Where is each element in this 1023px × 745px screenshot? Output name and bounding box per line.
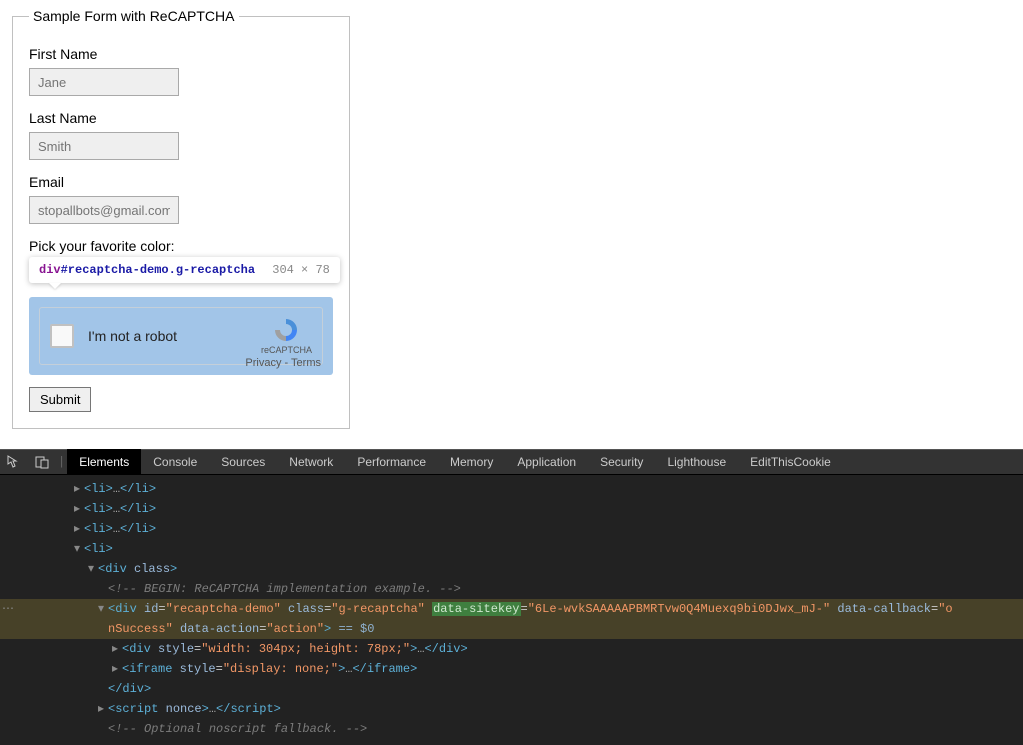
email-label: Email <box>29 174 333 190</box>
tab-memory[interactable]: Memory <box>438 449 505 475</box>
device-icon[interactable] <box>28 455 56 469</box>
form-legend: Sample Form with ReCAPTCHA <box>29 8 239 24</box>
recaptcha-section: div#recaptcha-demo.g-recaptcha 304 × 78 … <box>29 297 333 375</box>
tab-console[interactable]: Console <box>141 449 209 475</box>
devtools-tabbar: | Elements Console Sources Network Perfo… <box>0 449 1023 475</box>
tab-lighthouse[interactable]: Lighthouse <box>655 449 738 475</box>
last-name-input[interactable] <box>29 132 179 160</box>
recaptcha-brand-text: reCAPTCHA <box>261 345 312 355</box>
email-input[interactable] <box>29 196 179 224</box>
last-name-label: Last Name <box>29 110 333 126</box>
recaptcha-icon <box>271 317 301 343</box>
tooltip-selector: #recaptcha-demo.g-recaptcha <box>61 263 255 277</box>
tooltip-dimensions: 304 × 78 <box>272 263 330 277</box>
page-body: Sample Form with ReCAPTCHA First Name La… <box>0 0 1023 449</box>
recaptcha-checkbox[interactable] <box>50 324 74 348</box>
first-name-label: First Name <box>29 46 333 62</box>
tab-sources[interactable]: Sources <box>209 449 277 475</box>
recaptcha-widget[interactable]: I'm not a robot reCAPTCHA Privacy - Term… <box>29 297 333 375</box>
recaptcha-terms-link[interactable]: Terms <box>291 357 321 369</box>
tab-elements[interactable]: Elements <box>67 449 141 475</box>
inspector-tooltip: div#recaptcha-demo.g-recaptcha 304 × 78 <box>29 257 340 283</box>
inspect-icon[interactable] <box>0 455 28 469</box>
sample-form: Sample Form with ReCAPTCHA First Name La… <box>12 8 350 429</box>
first-name-input[interactable] <box>29 68 179 96</box>
recaptcha-privacy-link[interactable]: Privacy <box>245 357 281 369</box>
recaptcha-text: I'm not a robot <box>88 328 261 344</box>
tab-application[interactable]: Application <box>505 449 588 475</box>
tab-security[interactable]: Security <box>588 449 655 475</box>
tab-editthiscookie[interactable]: EditThisCookie <box>738 449 843 475</box>
elements-tree[interactable]: <li>…</li> <li>…</li> <li>…</li> <li> <d… <box>0 475 1023 745</box>
tooltip-tag: div <box>39 263 61 277</box>
color-label: Pick your favorite color: <box>29 238 333 254</box>
submit-button[interactable]: Submit <box>29 387 91 412</box>
tab-performance[interactable]: Performance <box>345 449 438 475</box>
recaptcha-links: Privacy - Terms <box>245 357 321 369</box>
recaptcha-logo: reCAPTCHA <box>261 317 312 356</box>
devtools-panel: | Elements Console Sources Network Perfo… <box>0 449 1023 745</box>
tab-network[interactable]: Network <box>277 449 345 475</box>
